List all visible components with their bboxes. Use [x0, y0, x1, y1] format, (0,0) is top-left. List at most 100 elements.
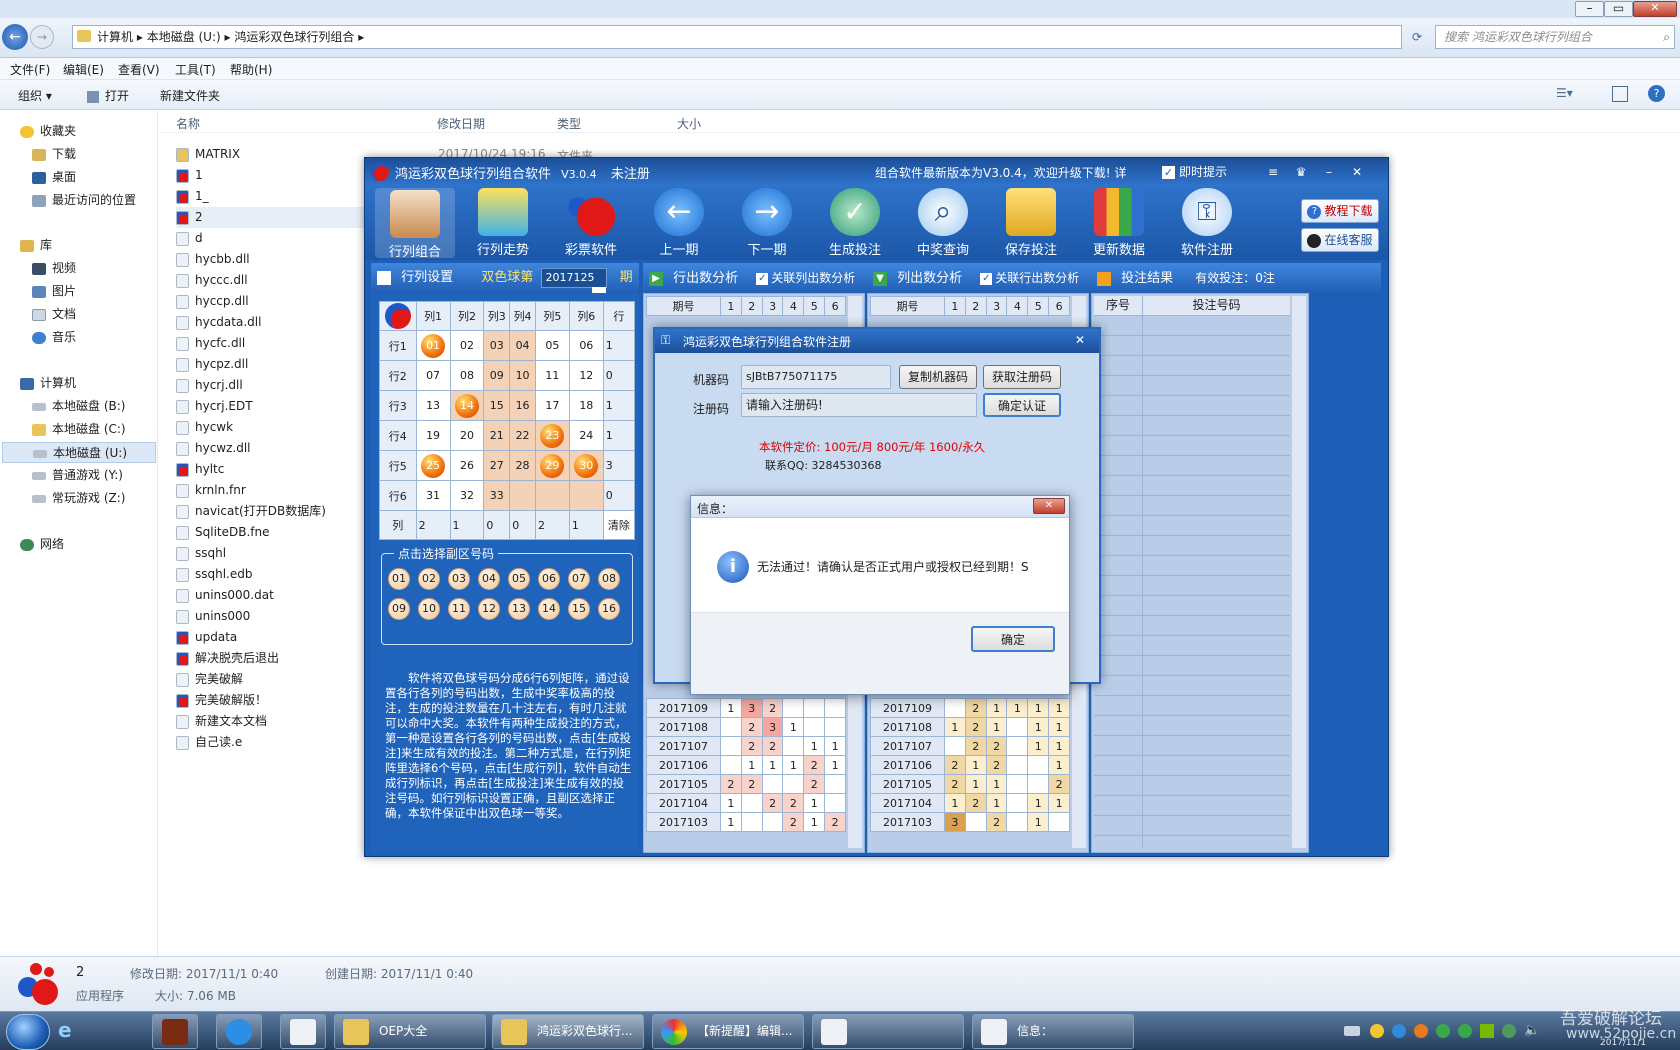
matrix-cell[interactable]: 30	[568, 450, 604, 481]
matrix-row-count[interactable]: 0	[602, 480, 636, 511]
file-row[interactable]: hycfc.dll	[176, 333, 366, 354]
result-scrollbar[interactable]	[1292, 296, 1306, 848]
file-row[interactable]: hyccp.dll	[176, 291, 366, 312]
copy-machine-code-button[interactable]: 复制机器码	[899, 365, 977, 389]
new-folder-button[interactable]: 新建文件夹	[160, 87, 220, 104]
online-support-button[interactable]: 在线客服	[1301, 228, 1379, 252]
tool-row-combo[interactable]: 行列组合	[375, 188, 455, 260]
matrix-row-count[interactable]: 3	[602, 450, 636, 481]
app-close-button[interactable]: ✕	[1345, 162, 1369, 182]
confirm-auth-button[interactable]: 确定认证	[983, 393, 1061, 417]
view-options-icon[interactable]: ☰▾	[1556, 86, 1580, 102]
file-row[interactable]: hycpz.dll	[176, 354, 366, 375]
file-row[interactable]: hycdata.dll	[176, 312, 366, 333]
tool-prev[interactable]: ← 上一期	[639, 188, 719, 258]
nav-documents[interactable]: 文档	[32, 304, 76, 325]
skin-icon[interactable]: ♛	[1289, 162, 1313, 182]
matrix-row-count[interactable]: 0	[602, 360, 636, 391]
matrix-cell[interactable]: 11	[534, 360, 570, 391]
matrix-cell[interactable]: 14	[449, 390, 485, 421]
machine-code-field[interactable]: sJBtB775071175	[741, 365, 891, 389]
taskbar-browser[interactable]: 【新提醒】编辑...	[652, 1014, 804, 1049]
file-row[interactable]: ssqhl.edb	[176, 564, 366, 585]
blue-ball[interactable]: 05	[508, 568, 530, 590]
matrix-cell[interactable]: 16	[509, 390, 536, 421]
menu-icon[interactable]: ≡	[1261, 162, 1285, 182]
file-row[interactable]: 1	[176, 165, 366, 186]
taskbar-ie[interactable]	[216, 1014, 262, 1049]
matrix-cell[interactable]	[534, 480, 570, 511]
nav-computer[interactable]: 计算机	[20, 373, 76, 394]
matrix-cell[interactable]: 17	[534, 390, 570, 421]
blue-ball[interactable]: 01	[388, 568, 410, 590]
link-row-checkbox[interactable]: ✓ 关联行出数分析	[980, 271, 1079, 285]
address-input[interactable]: 计算机 ▸ 本地磁盘 (U:) ▸ 鸿运彩双色球行列组合 ▸	[72, 25, 1402, 49]
file-row[interactable]: updata	[176, 627, 366, 648]
nav-music[interactable]: 音乐	[32, 327, 76, 348]
col-type[interactable]: 类型	[557, 115, 581, 132]
matrix-cell[interactable]	[568, 480, 604, 511]
nav-downloads[interactable]: 下载	[32, 144, 76, 165]
tool-generate[interactable]: ✓ 生成投注	[815, 188, 895, 258]
matrix-cell[interactable]: 26	[449, 450, 485, 481]
blue-ball[interactable]: 07	[568, 568, 590, 590]
file-row[interactable]: 1_	[176, 186, 366, 207]
matrix-row-count[interactable]: 1	[602, 330, 636, 361]
breadcrumb-drive[interactable]: 本地磁盘 (U:)	[147, 30, 221, 44]
matrix-col-count[interactable]: 2	[534, 510, 570, 540]
start-button[interactable]	[6, 1014, 50, 1050]
matrix-cell[interactable]: 27	[483, 450, 511, 481]
matrix-row-count[interactable]: 1	[602, 390, 636, 421]
file-row[interactable]: unins000.dat	[176, 585, 366, 606]
file-row[interactable]: 自己读.e	[176, 732, 366, 753]
file-row[interactable]: d	[176, 228, 366, 249]
instant-tip-checkbox[interactable]: ✓ 即时提示	[1162, 163, 1227, 180]
file-row[interactable]: MATRIX	[176, 144, 366, 165]
file-row[interactable]: 2	[176, 207, 366, 228]
menu-help[interactable]: 帮助(H)	[230, 61, 272, 78]
matrix-cell[interactable]: 01	[415, 330, 451, 361]
matrix-cell[interactable]: 25	[415, 450, 451, 481]
menu-tools[interactable]: 工具(T)	[175, 61, 216, 78]
matrix-cell[interactable]: 12	[568, 360, 604, 391]
matrix-col-count[interactable]: 0	[509, 510, 536, 540]
file-row[interactable]: 解决脱壳后退出	[176, 648, 366, 669]
matrix-col-count[interactable]: 2	[415, 510, 451, 540]
close-button[interactable]: ✕	[1633, 1, 1677, 17]
matrix-cell[interactable]: 15	[483, 390, 511, 421]
matrix-cell[interactable]: 22	[509, 420, 536, 451]
matrix-col-count[interactable]: 1	[449, 510, 485, 540]
blue-ball[interactable]: 06	[538, 568, 560, 590]
nav-pictures[interactable]: 图片	[32, 281, 76, 302]
organize-button[interactable]: 组织 ▾	[18, 87, 52, 104]
blue-ball[interactable]: 04	[478, 568, 500, 590]
matrix-cell[interactable]: 08	[449, 360, 485, 391]
nav-desktop[interactable]: 桌面	[32, 167, 76, 188]
matrix-cell[interactable]: 09	[483, 360, 511, 391]
matrix-col-count[interactable]: 0	[483, 510, 511, 540]
tool-query[interactable]: ⌕ 中奖查询	[903, 188, 983, 258]
refresh-button[interactable]: ⟳	[1407, 25, 1427, 49]
blue-ball[interactable]: 14	[538, 598, 560, 620]
reg-close-button[interactable]: ✕	[1069, 331, 1091, 349]
blue-ball[interactable]: 08	[598, 568, 620, 590]
blue-ball[interactable]: 16	[598, 598, 620, 620]
matrix-cell[interactable]: 13	[415, 390, 451, 421]
taskbar-oep[interactable]: OEP大全	[334, 1014, 486, 1049]
nav-network[interactable]: 网络	[20, 534, 64, 555]
nav-drive-y[interactable]: 普通游戏 (Y:)	[32, 465, 123, 486]
system-tray[interactable]: 🔈	[1340, 1022, 1540, 1042]
col-name[interactable]: 名称	[176, 115, 200, 132]
matrix-cell[interactable]: 07	[415, 360, 451, 391]
taskbar-notepad[interactable]	[280, 1014, 326, 1049]
back-button[interactable]: ←	[2, 24, 28, 50]
nav-drive-u[interactable]: 本地磁盘 (U:)	[2, 442, 156, 463]
get-reg-code-button[interactable]: 获取注册码	[983, 365, 1061, 389]
nav-videos[interactable]: 视频	[32, 258, 76, 279]
file-row[interactable]: hyltc	[176, 459, 366, 480]
menu-edit[interactable]: 编辑(E)	[63, 61, 104, 78]
tool-register[interactable]: ⚿ 软件注册	[1167, 188, 1247, 258]
matrix-cell[interactable]: 28	[509, 450, 536, 481]
matrix-cell[interactable]	[509, 480, 536, 511]
ok-button[interactable]: 确定	[971, 626, 1055, 652]
